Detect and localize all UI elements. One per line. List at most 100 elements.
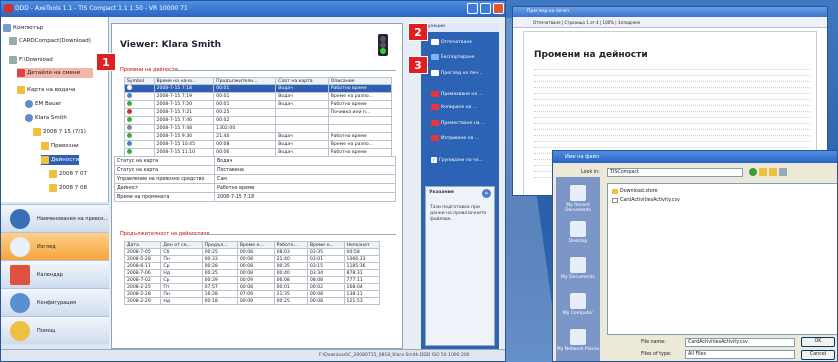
traffic-light-icon	[378, 34, 388, 56]
view-menu-icon[interactable]	[779, 168, 787, 176]
cancel-button[interactable]: Cancel	[801, 350, 835, 360]
folder-icon	[41, 156, 49, 164]
table-row[interactable]: 2008-7-15 7:21 00:25 Почивка или п...	[124, 108, 393, 117]
tree-item[interactable]: EM Bauer	[25, 99, 61, 109]
table-row[interactable]: 2008-7-15 10:45 00:08 Водач Време на разпо.…	[124, 140, 393, 149]
nav-item-configuration[interactable]: Конфигурация	[1, 288, 109, 316]
help-icon	[10, 321, 30, 341]
place-documents[interactable]: My Documents	[556, 253, 600, 289]
work-icon	[127, 85, 132, 90]
nav-item-calendar[interactable]: Календар	[1, 260, 109, 288]
preview-row	[534, 102, 810, 106]
tree-item-selected[interactable]: Детайли на смени	[17, 68, 93, 78]
clock-icon	[10, 209, 30, 229]
actions-panel: Функции Отпечатване Експортиране Преглед…	[421, 23, 499, 349]
table-row[interactable]: 2008-7-15 9:30 21:40 Водач Работно време	[124, 132, 393, 141]
folder-icon	[49, 170, 57, 178]
table-row[interactable]: 2008-7-15 7:19 00:01 Водач Време на разпо..…	[124, 92, 393, 101]
status-bar: F:\Download\C_20080715_0818_Klara Smith.…	[1, 349, 505, 361]
tree-item[interactable]: 2008 7 08	[49, 183, 87, 193]
print-preview-toolbar[interactable]: Отпечатване | Страница 1 от 4 | 100% | З…	[513, 17, 827, 28]
file-type-select[interactable]: All Files	[685, 350, 795, 359]
divider	[170, 70, 396, 71]
tree-item[interactable]: 2008 7 07	[49, 169, 87, 179]
table-row[interactable]: 2008-7-15 7:20 00:01 Водач Работно време	[124, 100, 393, 109]
table-row[interactable]: 2008-2-29 Нд 00:18 00:09 00:25 00:08 121:53	[123, 297, 381, 305]
work-icon	[127, 133, 132, 138]
table-row[interactable]: 2008-2-28 Пн 16:28 07:09 21:35 00:08 138:11	[123, 290, 381, 298]
delete-button[interactable]: Изтриване на ...	[431, 133, 479, 143]
table-row[interactable]: 2008-7-15 7:46 00:02	[124, 116, 393, 125]
remove-icon	[431, 91, 439, 97]
table-row[interactable]: 2008-7-15 7:48 1302:00	[124, 124, 393, 133]
tree-item[interactable]: Карта на водача	[17, 85, 75, 95]
table-row[interactable]: 2008-7-05 Сб 00:25 00:08 08:03 03:35 00:58	[123, 248, 381, 256]
preview-row	[534, 114, 810, 118]
place-network[interactable]: My Network Places	[556, 325, 600, 361]
table-row[interactable]: 2008-2-25 Пт 07:57 00:08 00:01 00:02 168:04	[123, 283, 381, 291]
network-icon	[570, 329, 586, 345]
table-row[interactable]: 2008-7-06 Нд 00:25 00:08 00:40 03:34 878:31	[123, 269, 381, 277]
table-row[interactable]: 2008-7-02 Ср 00:29 00:09 06:08 08:08 777:11	[123, 276, 381, 284]
recent-documents-icon	[570, 185, 586, 201]
rest-icon	[127, 109, 132, 114]
calendar-icon	[10, 265, 30, 285]
file-name-input[interactable]: CardActivitiesActivity.csv	[685, 338, 795, 347]
tree-item-active[interactable]: Дейности	[41, 155, 80, 165]
export-icon	[431, 54, 439, 60]
tree-item[interactable]: Превозни	[41, 141, 79, 151]
group-checkbox[interactable]: ✓ Групиране по чл...	[431, 155, 483, 165]
preview-row	[534, 138, 810, 142]
file-icon	[612, 197, 618, 203]
user-icon	[25, 114, 33, 122]
tree-item[interactable]: Компютър	[3, 23, 43, 33]
nav-item-help[interactable]: Помощ	[1, 316, 109, 344]
availability-icon	[127, 141, 132, 146]
print-button[interactable]: Отпечатване	[431, 37, 472, 47]
nav-item-view[interactable]: Изглед	[1, 232, 109, 260]
place-computer[interactable]: My Computer	[556, 289, 600, 325]
look-in-select[interactable]: TISCompact	[607, 168, 743, 177]
tree-item[interactable]: CARDCompact(Download)	[9, 36, 91, 46]
print-preview-button[interactable]: Преглед на печ...	[431, 68, 482, 78]
nav-item-vehicles[interactable]: Наименования на превоз...	[1, 204, 109, 232]
place-recent[interactable]: My Recent Documents	[556, 181, 600, 217]
preview-page-title: Промени на дейности	[534, 50, 648, 60]
export-button[interactable]: Експортиране	[431, 52, 474, 62]
new-folder-icon[interactable]	[769, 168, 777, 176]
ok-button[interactable]: OK	[801, 337, 835, 347]
list-item[interactable]: Download.store	[612, 187, 658, 195]
place-desktop[interactable]: Desktop	[556, 217, 600, 253]
tree-item[interactable]: F:\Download	[9, 55, 53, 65]
collapse-icon[interactable]: »	[482, 189, 491, 198]
copy-button[interactable]: Копиране на ...	[431, 102, 477, 112]
maximize-button[interactable]	[480, 3, 491, 14]
tree-item[interactable]: Klara Smith	[25, 113, 67, 123]
navigation-pane: Наименования на превоз... Изглед Календа…	[1, 202, 109, 349]
computer-icon	[3, 24, 11, 32]
move-icon	[431, 120, 439, 126]
folder-icon	[612, 188, 618, 194]
table-row[interactable]: 2008-7-15 7:18 00:01 Водач Работно време	[124, 84, 393, 93]
file-name-label: File name:	[641, 340, 666, 345]
divider	[190, 234, 396, 235]
close-button[interactable]	[493, 3, 504, 14]
back-icon[interactable]	[749, 168, 757, 176]
preview-row	[534, 66, 810, 70]
minimize-button[interactable]	[467, 3, 478, 14]
list-item[interactable]: CardActivitiesActivity.csv	[612, 196, 680, 204]
detail-row: Дейност Работно време	[114, 183, 396, 193]
tree-item[interactable]: 2008 7 15 (7/1)	[33, 127, 86, 137]
viewer-title: Viewer: Klara Smith	[120, 40, 222, 50]
desktop-icon	[570, 221, 586, 237]
preview-row	[534, 84, 810, 88]
table-row[interactable]: 2008-5-28 Пн 00:33 00:08 21:40 03:01 1066:33	[123, 255, 381, 263]
remove-button[interactable]: Премахване на ...	[431, 89, 483, 99]
table-row[interactable]: 2008-6-11 Ср 00:28 00:08 00:35 03:15 1185:36	[123, 262, 381, 270]
up-folder-icon[interactable]	[759, 168, 767, 176]
move-button[interactable]: Преместване на ...	[431, 118, 485, 128]
gear-icon	[10, 293, 30, 313]
detail-row: Статус на карта Поставена	[114, 165, 396, 175]
actions-header: Функции	[421, 23, 499, 32]
preview-row	[534, 90, 810, 94]
